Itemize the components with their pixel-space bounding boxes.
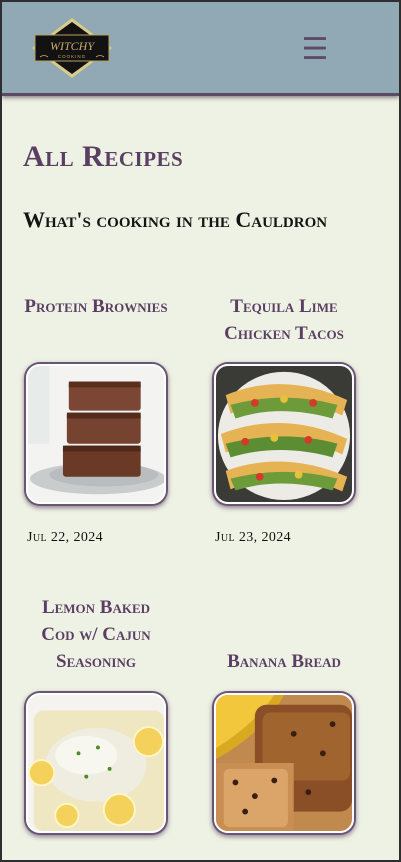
recipe-image-cod[interactable] [26,693,166,833]
site-header: WITCHY COOKING ☰ [2,2,399,96]
page-title: All Recipes [23,140,184,173]
recipe-image-brownies[interactable] [26,364,166,504]
lemon-cod-photo-icon [28,695,164,831]
tacos-photo-icon [216,366,352,502]
recipe-title-link[interactable]: Tequila Lime Chicken Tacos [211,293,357,347]
witchy-cooking-logo-icon: WITCHY COOKING [32,18,112,78]
recipe-date: Jul 23, 2024 [215,530,292,545]
svg-text:COOKING: COOKING [58,54,86,59]
recipe-date: Jul 22, 2024 [27,530,104,545]
recipe-image-tacos[interactable] [214,364,354,504]
page-frame: WITCHY COOKING ☰ All Recipes What's cook… [0,0,401,862]
recipe-title-link[interactable]: Lemon Baked Cod w/ Cajun Seasoning [23,594,169,675]
svg-text:WITCHY: WITCHY [50,39,95,53]
site-logo[interactable]: WITCHY COOKING [31,17,113,79]
banana-bread-photo-icon [216,695,352,831]
page-subtitle: What's cooking in the Cauldron [23,207,328,232]
recipe-image-banana-bread[interactable] [214,693,354,833]
brownies-photo-icon [28,366,164,502]
recipe-title-link[interactable]: Protein Brownies [23,293,169,320]
recipe-title-link[interactable]: Banana Bread [211,648,357,675]
hamburger-menu-icon[interactable]: ☰ [300,34,330,66]
